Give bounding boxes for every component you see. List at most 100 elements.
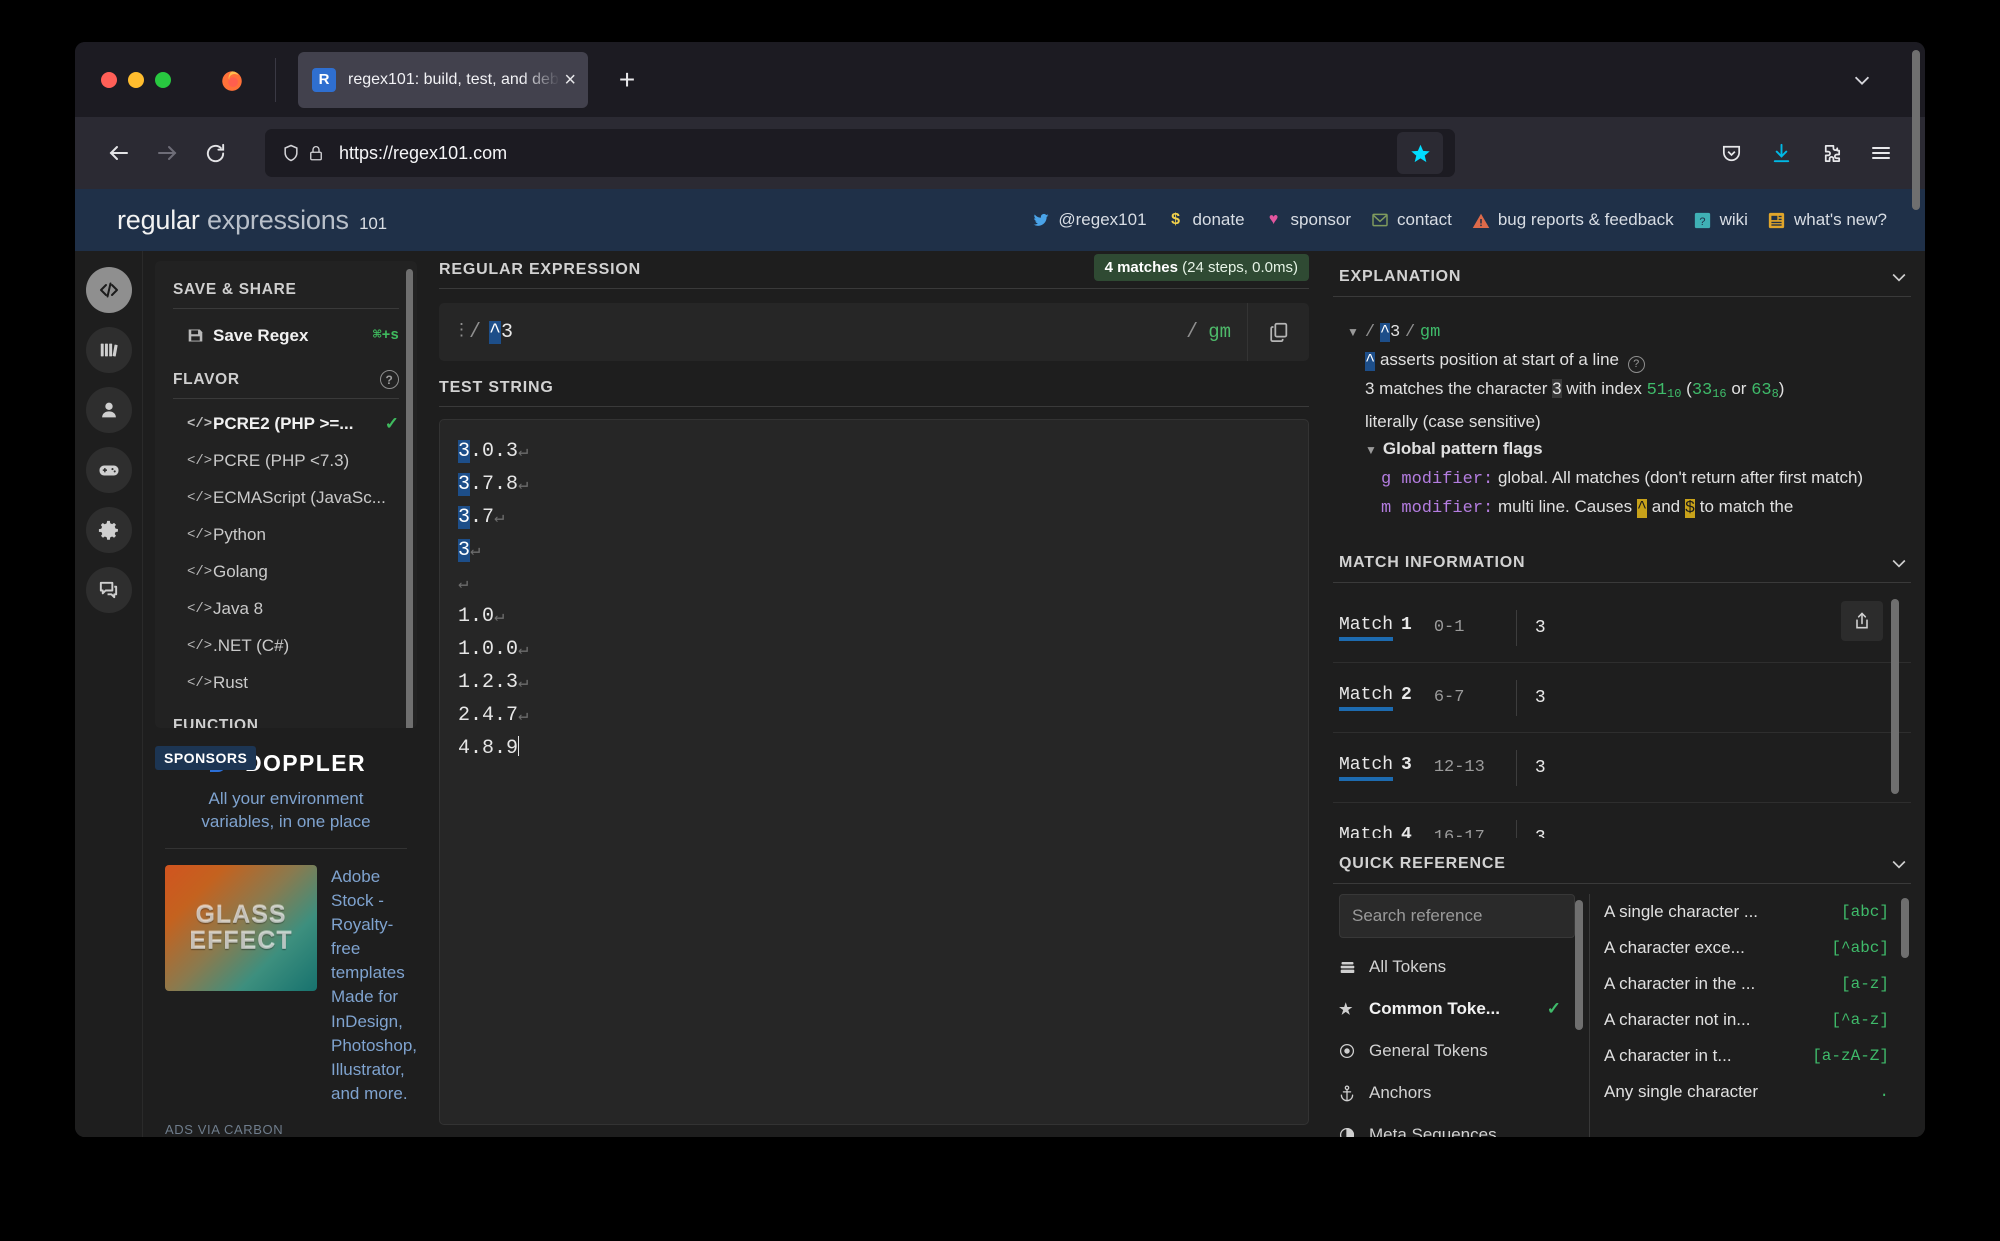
match-label: Match 1 — [1339, 615, 1412, 641]
explanation-header[interactable]: EXPLANATION — [1333, 261, 1911, 297]
header-nav-contact[interactable]: contact — [1364, 208, 1458, 232]
close-window-button[interactable] — [101, 71, 117, 88]
match-row[interactable]: Match 3 12-13 3 — [1333, 733, 1911, 803]
ad-text[interactable]: Adobe Stock - Royalty-free templates Mad… — [331, 865, 417, 1106]
sidebar-item-flavor-dotnet[interactable]: </> .NET (C#) — [173, 627, 399, 664]
header-nav-whats-new[interactable]: what's new? — [1761, 208, 1893, 232]
header-nav-twitter[interactable]: @regex101 — [1025, 208, 1152, 232]
sidebar-item-flavor-ecmascript[interactable]: </> ECMAScript (JavaSc... — [173, 479, 399, 516]
qr-categories-scrollbar-thumb[interactable] — [1575, 900, 1583, 1030]
ads-via-carbon-label[interactable]: ADS VIA CARBON — [159, 1106, 413, 1137]
download-icon[interactable] — [1759, 131, 1803, 175]
ad-thumbnail[interactable]: GLASS EFFECT — [165, 864, 317, 991]
browser-tab[interactable]: R regex101: build, test, and debug × — [298, 51, 588, 108]
bookmark-star-icon[interactable] — [1397, 132, 1443, 174]
newline-glyph: ↵ — [494, 509, 505, 528]
header-nav-whats-new-label: what's new? — [1793, 210, 1887, 229]
copy-icon[interactable] — [1247, 303, 1309, 361]
sidebar-item-flavor-pcre[interactable]: </> PCRE (PHP <7.3) — [173, 442, 399, 479]
floppy-disk-icon — [187, 327, 213, 344]
save-regex-button[interactable]: Save Regex ⌘+s — [173, 317, 399, 354]
header-nav-wiki[interactable]: ? wiki — [1687, 208, 1754, 232]
lock-icon[interactable] — [307, 144, 325, 162]
maximize-window-button[interactable] — [155, 71, 171, 88]
test-string-input[interactable]: 3.0.3↵ 3.7.8↵ 3.7↵ 3↵ ↵ 1.0↵ 1.0.0↵ 1.2.… — [439, 419, 1309, 1125]
qr-category-all-tokens[interactable]: All Tokens — [1339, 946, 1575, 988]
app-body: SAVE & SHARE Save Regex ⌘+s FLAVOR ? </>… — [75, 50, 1925, 1137]
check-icon: ✓ — [384, 413, 399, 433]
chevron-down-icon[interactable] — [1889, 854, 1909, 874]
collapse-triangle-icon[interactable]: ▼ — [1347, 325, 1359, 339]
qr-category-meta-sequences[interactable]: Meta Sequences — [1339, 1114, 1575, 1137]
flavor-help-icon[interactable]: ? — [380, 370, 399, 389]
search-reference-input[interactable]: Search reference — [1339, 894, 1575, 938]
newline-glyph: ↵ — [518, 641, 529, 660]
forward-arrow-icon[interactable] — [145, 131, 189, 175]
match-row[interactable]: Match 4 16-17 3 — [1333, 803, 1911, 838]
export-share-icon[interactable] — [1841, 601, 1883, 641]
qr-item[interactable]: A character in t... [a-zA-Z] — [1604, 1038, 1889, 1074]
shield-icon[interactable] — [281, 143, 301, 163]
qr-item[interactable]: A character in the ... [a-z] — [1604, 966, 1889, 1002]
sidebar-scrollbar-thumb[interactable] — [406, 269, 413, 728]
url-bar[interactable]: https://regex101.com — [265, 129, 1455, 177]
site-logo[interactable]: regular expressions 101 — [117, 205, 387, 236]
carbon-ad[interactable]: GLASS EFFECT Adobe Stock - Royalty-free … — [159, 849, 417, 1106]
header-nav-sponsor[interactable]: ♥ sponsor — [1258, 208, 1357, 232]
reload-icon[interactable] — [193, 131, 237, 175]
match-information-scrollbar-thumb[interactable] — [1891, 599, 1899, 794]
regex-input-bar[interactable]: ⋮ / ^3 / gm — [439, 303, 1309, 361]
qr-item[interactable]: A single character ... [abc] — [1604, 894, 1889, 930]
match-row[interactable]: Match 2 6-7 3 — [1333, 663, 1911, 733]
regex-flags[interactable]: gm — [1208, 321, 1231, 343]
match-row[interactable]: Match 1 0-1 3 — [1333, 593, 1911, 663]
sidebar-item-flavor-pcre2[interactable]: </> PCRE2 (PHP >=... ✓ — [173, 405, 399, 442]
qr-items-scrollbar-thumb[interactable] — [1901, 898, 1909, 958]
collapse-triangle-icon[interactable]: ▼ — [1365, 443, 1377, 457]
test-string-line: 1.2.3↵ — [458, 667, 1290, 700]
explanation-flags-heading[interactable]: ▼ Global pattern flags — [1347, 435, 1881, 464]
rail-library-icon[interactable] — [85, 327, 132, 373]
back-arrow-icon[interactable] — [97, 131, 141, 175]
sidebar-item-flavor-python[interactable]: </> Python — [173, 516, 399, 553]
rail-gamepad-icon[interactable] — [85, 447, 132, 493]
new-tab-button[interactable]: + — [610, 63, 644, 97]
regex-input[interactable]: ^3 — [489, 320, 1186, 344]
rail-chat-feedback-icon[interactable] — [85, 567, 132, 613]
match-index: 4 — [1401, 824, 1412, 839]
chevron-down-icon[interactable] — [1889, 553, 1909, 573]
minimize-window-button[interactable] — [128, 71, 144, 88]
qr-item[interactable]: A character exce... [^abc] — [1604, 930, 1889, 966]
newline-glyph: ↵ — [518, 443, 529, 462]
qr-item[interactable]: A character not in... [^a-z] — [1604, 1002, 1889, 1038]
qr-item[interactable]: Any single character . — [1604, 1074, 1889, 1110]
kebab-menu-icon[interactable]: ⋮ — [453, 323, 470, 341]
rail-settings-gear-icon[interactable] — [85, 507, 132, 553]
sidebar-item-flavor-golang[interactable]: </> Golang — [173, 553, 399, 590]
quick-reference-header[interactable]: QUICK REFERENCE — [1333, 848, 1911, 884]
qr-category-anchors[interactable]: Anchors — [1339, 1072, 1575, 1114]
help-icon[interactable]: ? — [1627, 356, 1645, 373]
rail-account-icon[interactable] — [85, 387, 132, 433]
qr-item-description: Any single character — [1604, 1082, 1759, 1101]
header-nav-donate[interactable]: $ donate — [1160, 208, 1251, 232]
sponsor-tagline[interactable]: All your environment variables, in one p… — [159, 780, 413, 834]
extensions-puzzle-icon[interactable] — [1809, 131, 1853, 175]
match-label: Match 4 — [1339, 825, 1412, 839]
mail-icon — [1370, 210, 1390, 230]
qr-category-common-tokens[interactable]: ★ Common Toke... ✓ — [1339, 988, 1575, 1030]
sidebar-item-flavor-java8[interactable]: </> Java 8 — [173, 590, 399, 627]
hamburger-menu-icon[interactable] — [1859, 131, 1903, 175]
match-information-panel: MATCH INFORMATION Match 1 0-1 3 Match 2 … — [1333, 547, 1911, 838]
list-all-tabs-chevron-down-icon[interactable] — [1851, 69, 1873, 91]
chevron-down-icon[interactable] — [1889, 267, 1909, 287]
match-information-header[interactable]: MATCH INFORMATION — [1333, 547, 1911, 583]
firefox-logo-icon — [219, 67, 245, 93]
qr-category-general-tokens[interactable]: General Tokens — [1339, 1030, 1575, 1072]
tab-close-icon[interactable]: × — [564, 70, 576, 90]
url-text[interactable]: https://regex101.com — [339, 143, 1397, 164]
pocket-icon[interactable] — [1709, 131, 1753, 175]
sidebar-item-flavor-rust[interactable]: </> Rust — [173, 664, 399, 701]
rail-code-icon[interactable] — [85, 267, 132, 313]
header-nav-bug-reports[interactable]: bug reports & feedback — [1465, 208, 1680, 232]
